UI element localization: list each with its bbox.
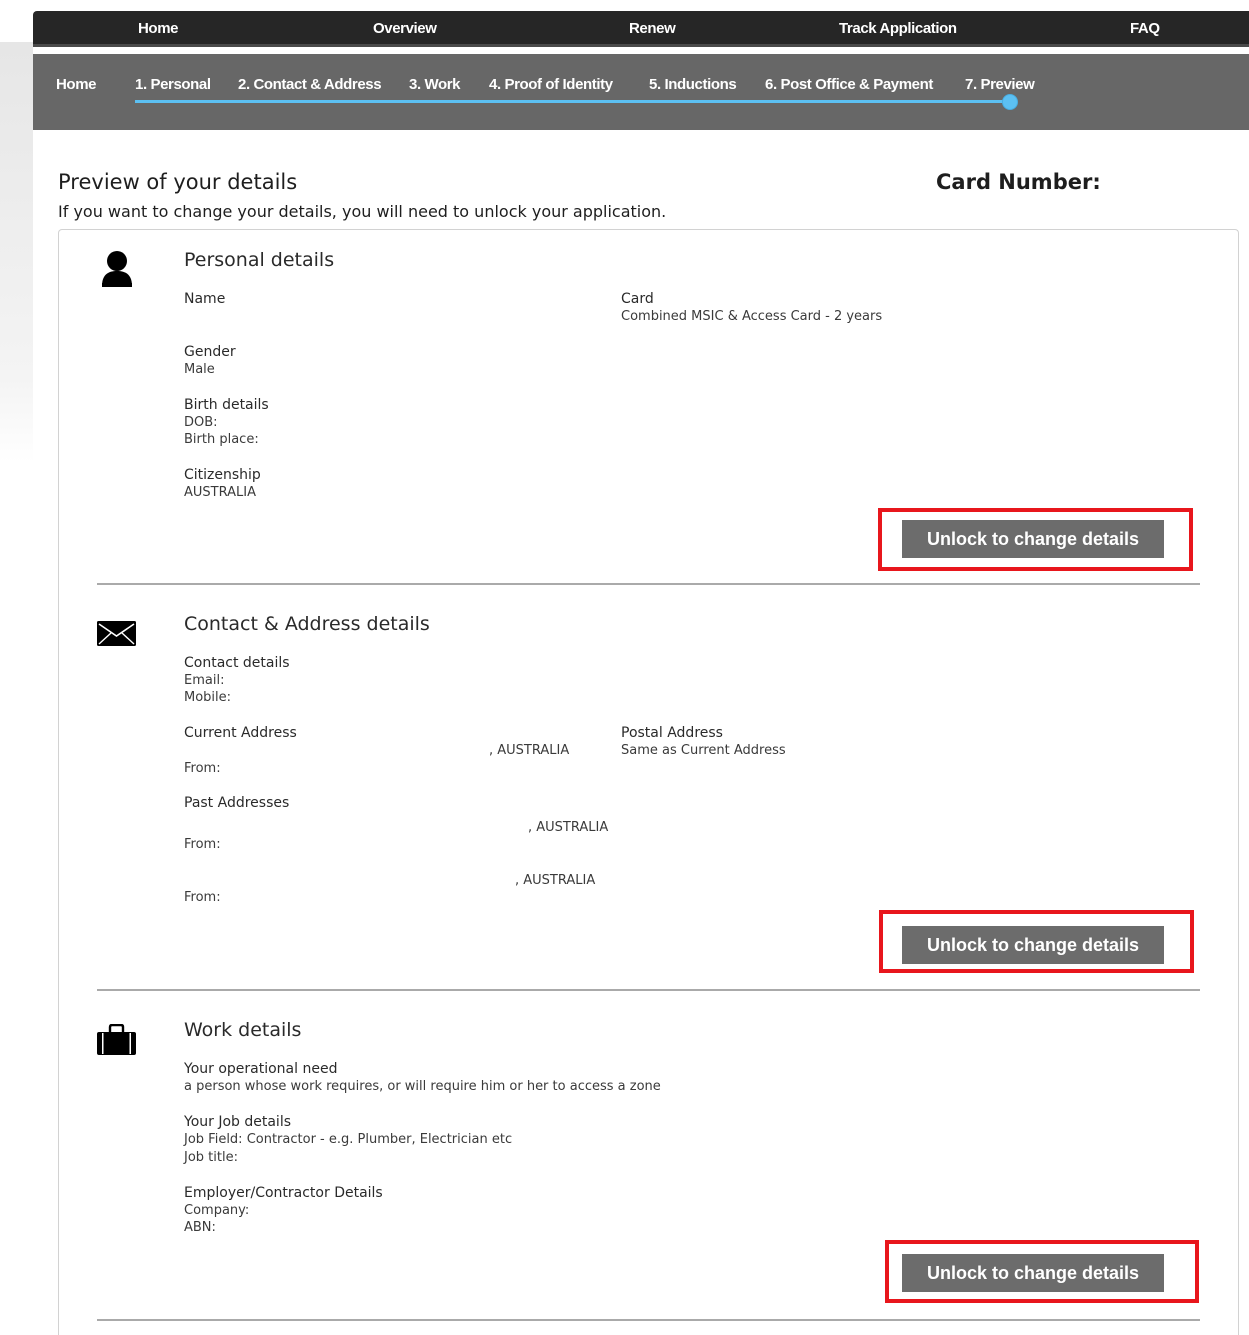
work-section-title: Work details bbox=[184, 1019, 302, 1041]
unlock-work-button[interactable]: Unlock to change details bbox=[902, 1254, 1164, 1292]
past-address-1-value: , AUSTRALIA bbox=[528, 820, 609, 835]
step-proof-of-identity[interactable]: 4. Proof of Identity bbox=[489, 76, 613, 93]
left-edge-shade bbox=[0, 42, 33, 462]
operational-need-value: a person whose work requires, or will re… bbox=[184, 1079, 661, 1094]
birth-place-label: Birth place: bbox=[184, 432, 259, 447]
email-label: Email: bbox=[184, 673, 225, 688]
unlock-contact-button[interactable]: Unlock to change details bbox=[902, 926, 1164, 964]
envelope-icon bbox=[97, 621, 136, 646]
details-panel bbox=[58, 229, 1239, 1335]
current-from-label: From: bbox=[184, 761, 221, 776]
section-divider bbox=[97, 989, 1200, 991]
step-work[interactable]: 3. Work bbox=[409, 76, 461, 93]
name-label: Name bbox=[184, 291, 226, 307]
section-divider bbox=[97, 583, 1200, 585]
job-details-label: Your Job details bbox=[184, 1114, 292, 1130]
briefcase-icon bbox=[97, 1024, 136, 1055]
card-label: Card bbox=[621, 291, 654, 307]
step-progress-bar: Home 1. Personal 2. Contact & Address 3.… bbox=[33, 54, 1249, 130]
dob-label: DOB: bbox=[184, 415, 218, 430]
past-address-1-from-label: From: bbox=[184, 837, 221, 852]
current-address-value: , AUSTRALIA bbox=[489, 743, 570, 758]
step-preview[interactable]: 7. Preview bbox=[965, 76, 1035, 93]
nav-overview[interactable]: Overview bbox=[373, 20, 437, 37]
step-current-marker bbox=[1002, 94, 1018, 110]
employer-details-label: Employer/Contractor Details bbox=[184, 1185, 383, 1201]
personal-section-title: Personal details bbox=[184, 249, 335, 271]
card-value: Combined MSIC & Access Card - 2 years bbox=[621, 309, 883, 324]
step-home[interactable]: Home bbox=[56, 76, 96, 93]
nav-renew[interactable]: Renew bbox=[629, 20, 676, 37]
step-post-office-payment[interactable]: 6. Post Office & Payment bbox=[765, 76, 933, 93]
unlock-personal-button[interactable]: Unlock to change details bbox=[902, 520, 1164, 558]
postal-address-value: Same as Current Address bbox=[621, 743, 786, 758]
past-address-2-from-label: From: bbox=[184, 890, 221, 905]
step-progress-track bbox=[135, 100, 1011, 103]
citizenship-value: AUSTRALIA bbox=[184, 485, 256, 500]
step-inductions[interactable]: 5. Inductions bbox=[649, 76, 737, 93]
company-label: Company: bbox=[184, 1203, 250, 1218]
gender-value: Male bbox=[184, 362, 215, 377]
step-contact-address[interactable]: 2. Contact & Address bbox=[238, 76, 382, 93]
past-address-2-value: , AUSTRALIA bbox=[515, 873, 596, 888]
nav-track-application[interactable]: Track Application bbox=[839, 20, 957, 37]
mobile-label: Mobile: bbox=[184, 690, 232, 705]
postal-address-label: Postal Address bbox=[621, 725, 723, 741]
gender-label: Gender bbox=[184, 344, 236, 360]
abn-label: ABN: bbox=[184, 1220, 216, 1235]
card-number-label: Card Number: bbox=[936, 170, 1101, 194]
job-title-label: Job title: bbox=[184, 1150, 238, 1165]
top-nav: Home Overview Renew Track Application FA… bbox=[33, 11, 1249, 47]
section-divider bbox=[97, 1319, 1200, 1321]
birth-details-label: Birth details bbox=[184, 397, 269, 413]
intro-text: If you want to change your details, you … bbox=[58, 202, 667, 221]
operational-need-label: Your operational need bbox=[184, 1061, 338, 1077]
page-title: Preview of your details bbox=[58, 170, 298, 194]
contact-section-title: Contact & Address details bbox=[184, 613, 430, 635]
past-addresses-label: Past Addresses bbox=[184, 795, 290, 811]
job-field-value: Job Field: Contractor - e.g. Plumber, El… bbox=[184, 1132, 513, 1147]
current-address-label: Current Address bbox=[184, 725, 297, 741]
person-icon bbox=[102, 251, 132, 287]
step-personal[interactable]: 1. Personal bbox=[135, 76, 211, 93]
nav-home[interactable]: Home bbox=[138, 20, 178, 37]
citizenship-label: Citizenship bbox=[184, 467, 261, 483]
nav-faq[interactable]: FAQ bbox=[1130, 20, 1160, 37]
contact-details-label: Contact details bbox=[184, 655, 290, 671]
